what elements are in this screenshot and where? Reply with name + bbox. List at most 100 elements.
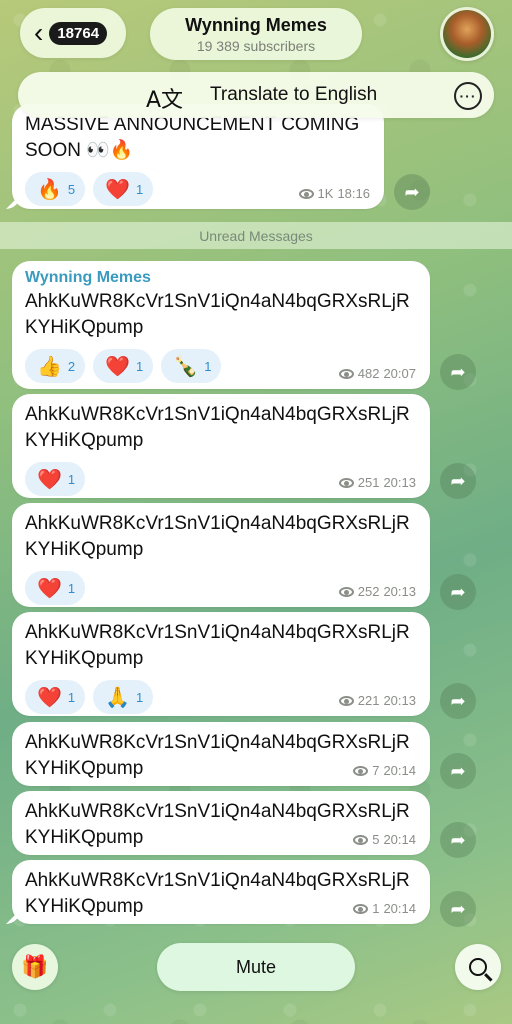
message-text[interactable]: AhkKuWR8KcVr1SnV1iQn4aN4bqGRXsRLjRKYHiKQ…	[25, 511, 418, 563]
view-count: 7	[372, 763, 380, 778]
view-count: 1K	[317, 186, 334, 201]
message-text[interactable]: AhkKuWR8KcVr1SnV1iQn4aN4bqGRXsRLjRKYHiKQ…	[25, 620, 418, 672]
chevron-left-icon: ‹	[34, 17, 44, 48]
reaction-count: 1	[67, 471, 76, 487]
reaction-chip[interactable]: ❤️ 1	[93, 349, 154, 383]
share-button[interactable]: ➦	[440, 753, 476, 789]
gift-button[interactable]: 🎁	[12, 944, 58, 990]
message-time: 18:16	[337, 186, 370, 201]
message-bubble[interactable]: Wynning Memes AhkKuWR8KcVr1SnV1iQn4aN4bq…	[12, 261, 430, 389]
translate-icon: A文	[146, 88, 184, 113]
message-time: 20:13	[383, 584, 416, 599]
reaction-count: 1	[67, 689, 76, 705]
message-meta: 251 20:13	[338, 475, 416, 490]
message-bubble[interactable]: AhkKuWR8KcVr1SnV1iQn4aN4bqGRXsRLjRKYHiKQ…	[12, 722, 430, 786]
message-meta: 7 20:14	[353, 763, 416, 778]
reaction-count: 1	[136, 181, 144, 197]
unread-badge: 18764	[49, 21, 108, 45]
channel-name: Wynning Memes	[185, 14, 327, 35]
views-eye-icon	[353, 765, 369, 776]
previous-message[interactable]: MASSIVE ANNOUNCEMENT COMING SOON 👀🔥 🔥 5 …	[12, 104, 384, 209]
share-arrow-icon: ➦	[404, 181, 420, 203]
view-count: 482	[357, 366, 380, 381]
chat-header: ‹ 18764 Wynning Memes 19 389 subscribers	[0, 0, 512, 68]
share-arrow-icon: ➦	[450, 470, 466, 492]
unread-divider: Unread Messages	[0, 222, 512, 249]
reaction-chip[interactable]: 👍 2	[25, 349, 86, 383]
message-text[interactable]: AhkKuWR8KcVr1SnV1iQn4aN4bqGRXsRLjRKYHiKQ…	[25, 402, 418, 454]
views-eye-icon	[338, 586, 354, 597]
reaction-chip[interactable]: ❤️ 1	[93, 172, 154, 206]
praying-hands-emoji-icon: 🙏	[105, 685, 131, 709]
share-arrow-icon: ➦	[450, 361, 466, 383]
back-button[interactable]: ‹ 18764	[20, 8, 126, 58]
views-eye-icon	[353, 834, 369, 845]
message-meta: 5 20:14	[353, 832, 416, 847]
message-time: 20:14	[383, 832, 416, 847]
share-button[interactable]: ➦	[394, 174, 430, 210]
message-text-line2: SOON 👀🔥	[25, 140, 134, 161]
reaction-count: 1	[67, 580, 76, 596]
heart-emoji-icon: ❤️	[105, 177, 131, 201]
reaction-count: 1	[136, 689, 144, 705]
view-count: 221	[357, 693, 380, 708]
subscriber-count: 19 389 subscribers	[196, 37, 316, 54]
share-arrow-icon: ➦	[450, 829, 466, 851]
share-arrow-icon: ➦	[450, 581, 466, 603]
share-button[interactable]: ➦	[440, 463, 476, 499]
message-meta: 252 20:13	[338, 584, 416, 599]
message-meta: 1K 18:16	[298, 186, 370, 201]
gift-icon: 🎁	[21, 954, 49, 980]
share-button[interactable]: ➦	[440, 683, 476, 719]
message-bubble[interactable]: AhkKuWR8KcVr1SnV1iQn4aN4bqGRXsRLjRKYHiKQ…	[12, 791, 430, 855]
heart-emoji-icon: ❤️	[37, 685, 62, 709]
share-button[interactable]: ➦	[440, 891, 476, 927]
heart-emoji-icon: ❤️	[105, 354, 131, 378]
share-arrow-icon: ➦	[450, 760, 466, 782]
reaction-chip[interactable]: 🔥 5	[25, 172, 86, 206]
message-time: 20:14	[383, 901, 416, 916]
more-options-icon[interactable]: ···	[454, 82, 482, 110]
search-icon	[469, 958, 487, 976]
heart-emoji-icon: ❤️	[37, 576, 62, 600]
translate-bar[interactable]: A文 Translate to English ···	[18, 72, 494, 118]
view-count: 1	[372, 901, 380, 916]
message-author: Wynning Memes	[25, 269, 151, 286]
share-button[interactable]: ➦	[440, 354, 476, 390]
reaction-count: 1	[204, 358, 212, 374]
views-eye-icon	[338, 695, 354, 706]
champagne-emoji-icon: 🍾	[173, 354, 199, 378]
heart-emoji-icon: ❤️	[37, 467, 62, 491]
view-count: 251	[357, 475, 380, 490]
message-meta: 1 20:14	[353, 901, 416, 916]
search-button[interactable]	[455, 944, 501, 990]
fire-emoji-icon: 🔥	[37, 177, 62, 201]
message-time: 20:13	[383, 693, 416, 708]
message-time: 20:14	[383, 763, 416, 778]
reaction-count: 5	[67, 181, 76, 197]
message-time: 20:07	[383, 366, 416, 381]
reaction-chip[interactable]: ❤️ 1	[25, 571, 86, 605]
reaction-chip[interactable]: 🙏 1	[93, 680, 154, 714]
reaction-count: 1	[136, 358, 144, 374]
message-bubble[interactable]: AhkKuWR8KcVr1SnV1iQn4aN4bqGRXsRLjRKYHiKQ…	[12, 503, 430, 607]
share-button[interactable]: ➦	[440, 574, 476, 610]
views-eye-icon	[338, 368, 354, 379]
reaction-chip[interactable]: 🍾 1	[161, 349, 222, 383]
reaction-chip[interactable]: ❤️ 1	[25, 462, 86, 496]
share-button[interactable]: ➦	[440, 822, 476, 858]
channel-avatar[interactable]	[440, 7, 494, 61]
message-text[interactable]: AhkKuWR8KcVr1SnV1iQn4aN4bqGRXsRLjRKYHiKQ…	[25, 289, 418, 341]
channel-title[interactable]: Wynning Memes 19 389 subscribers	[150, 8, 362, 60]
views-eye-icon	[338, 477, 354, 488]
reaction-chip[interactable]: ❤️ 1	[25, 680, 86, 714]
view-count: 5	[372, 832, 380, 847]
mute-button[interactable]: Mute	[157, 943, 355, 991]
share-arrow-icon: ➦	[450, 898, 466, 920]
message-bubble[interactable]: AhkKuWR8KcVr1SnV1iQn4aN4bqGRXsRLjRKYHiKQ…	[12, 860, 430, 924]
translate-label: Translate to English	[210, 84, 378, 105]
share-arrow-icon: ➦	[450, 690, 466, 712]
message-bubble[interactable]: AhkKuWR8KcVr1SnV1iQn4aN4bqGRXsRLjRKYHiKQ…	[12, 612, 430, 716]
views-eye-icon	[353, 903, 369, 914]
message-bubble[interactable]: AhkKuWR8KcVr1SnV1iQn4aN4bqGRXsRLjRKYHiKQ…	[12, 394, 430, 498]
